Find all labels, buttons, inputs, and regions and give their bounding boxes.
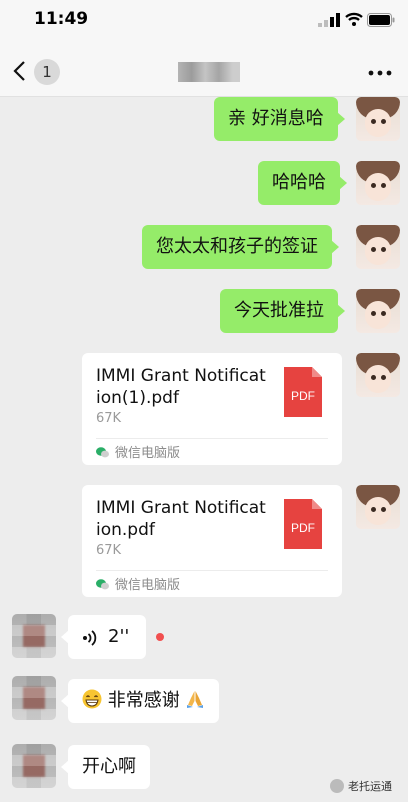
watermark-text: 老托运通 xyxy=(348,780,392,793)
divider xyxy=(96,570,328,571)
pdf-icon-label: PDF xyxy=(291,521,315,535)
praying-hands-emoji-icon xyxy=(187,691,204,708)
file-source: 微信电脑版 xyxy=(96,445,180,463)
file-message-card[interactable]: IMMI Grant Notification.pdf 67K PDF 微信电脑… xyxy=(82,485,342,597)
file-size: 67K xyxy=(96,411,122,426)
wechat-icon xyxy=(96,447,109,458)
pdf-file-icon: PDF xyxy=(284,499,322,549)
voice-duration: 2'' xyxy=(108,626,130,647)
file-source-label: 微信电脑版 xyxy=(115,578,181,593)
file-source: 微信电脑版 xyxy=(96,577,180,595)
message-text: 非常感谢 xyxy=(107,690,180,711)
my-avatar[interactable] xyxy=(356,161,400,205)
contact-avatar[interactable] xyxy=(12,614,56,658)
my-avatar[interactable] xyxy=(356,485,400,529)
file-source-label: 微信电脑版 xyxy=(115,446,181,461)
message-bubble-sent[interactable]: 今天批准拉 xyxy=(220,289,345,333)
message-bubble-received[interactable]: 非常感谢 xyxy=(60,679,220,723)
back-arrow-icon[interactable] xyxy=(12,60,28,82)
status-bar: 11:49 xyxy=(0,0,408,40)
my-avatar[interactable] xyxy=(356,289,400,333)
chat-header: 1 xyxy=(0,40,408,97)
wifi-icon xyxy=(345,12,363,26)
file-name: IMMI Grant Notification.pdf xyxy=(96,498,266,540)
message-bubble-sent[interactable]: 您太太和孩子的签证 xyxy=(142,225,339,269)
chat-title-redacted xyxy=(178,62,240,82)
voice-wave-icon xyxy=(83,630,97,646)
grinning-emoji-icon xyxy=(82,689,102,709)
clock: 11:49 xyxy=(34,9,89,29)
message-bubble-received[interactable]: 开心啊 xyxy=(61,745,150,789)
file-name: IMMI Grant Notification(1).pdf xyxy=(96,366,266,408)
unread-count-badge[interactable]: 1 xyxy=(34,59,60,85)
file-message-card[interactable]: IMMI Grant Notification(1).pdf 67K PDF 微… xyxy=(82,353,342,465)
contact-avatar[interactable] xyxy=(12,676,56,720)
voice-message-bubble[interactable]: 2'' xyxy=(61,615,146,659)
battery-icon xyxy=(367,13,395,27)
file-size: 67K xyxy=(96,543,122,558)
signal-icon xyxy=(318,13,340,27)
unread-voice-dot xyxy=(156,633,164,641)
message-bubble-sent[interactable]: 亲 好消息哈 xyxy=(214,97,345,141)
wechat-icon xyxy=(96,579,109,590)
my-avatar[interactable] xyxy=(356,97,400,141)
my-avatar[interactable] xyxy=(356,353,400,397)
pdf-file-icon: PDF xyxy=(284,367,322,417)
watermark: 老托运通 xyxy=(330,778,392,794)
watermark-logo-icon xyxy=(330,779,344,793)
my-avatar[interactable] xyxy=(356,225,400,269)
contact-avatar[interactable] xyxy=(12,744,56,788)
pdf-icon-label: PDF xyxy=(291,389,315,403)
divider xyxy=(96,438,328,439)
message-bubble-sent[interactable]: 哈哈哈 xyxy=(258,161,347,205)
more-options-icon[interactable] xyxy=(368,70,392,76)
